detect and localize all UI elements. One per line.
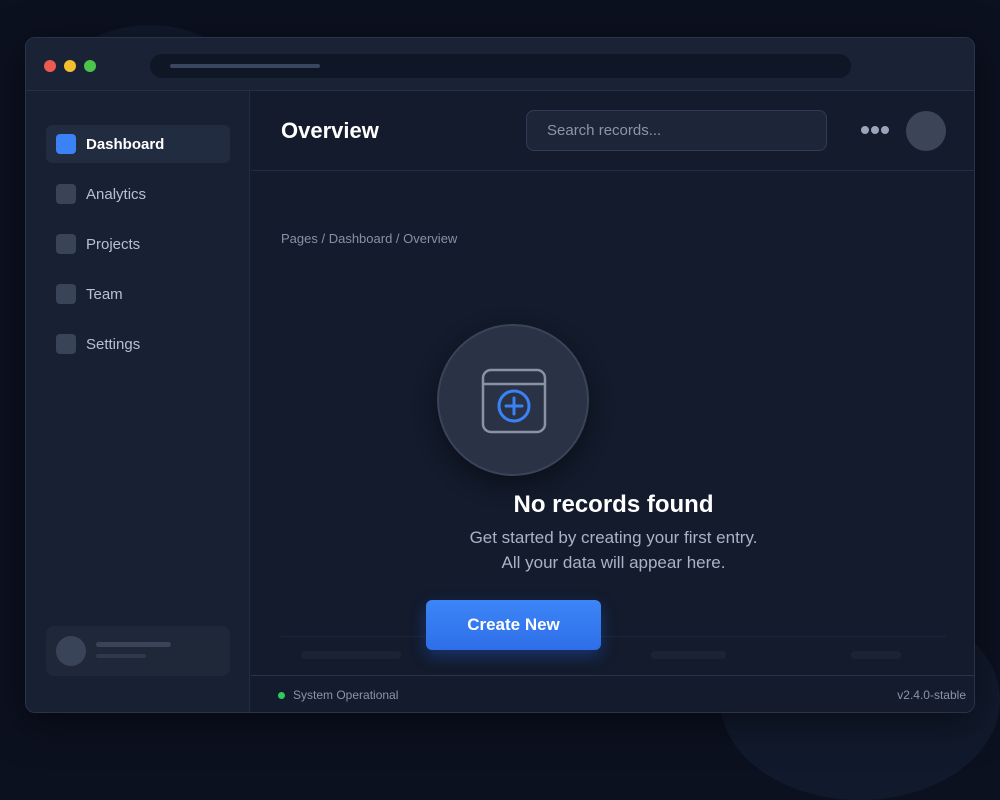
maximize-window-button[interactable]: [84, 60, 96, 72]
user-role-placeholder: [96, 654, 146, 658]
close-window-button[interactable]: [44, 60, 56, 72]
search-input[interactable]: [526, 110, 827, 151]
projects-icon: [56, 234, 76, 254]
user-profile-card[interactable]: [46, 626, 230, 676]
user-avatar: [56, 636, 86, 666]
minimize-window-button[interactable]: [64, 60, 76, 72]
page-header: Overview: [251, 91, 974, 171]
sidebar-item-analytics[interactable]: Analytics: [46, 175, 230, 213]
sidebar-item-projects[interactable]: Projects: [46, 225, 230, 263]
page-title: Overview: [281, 118, 379, 143]
empty-state-description: Get started by creating your first entry…: [469, 528, 758, 547]
sidebar-item-label: Team: [86, 285, 123, 303]
address-bar[interactable]: [150, 54, 851, 78]
empty-state-title: No records found: [513, 491, 714, 518]
sidebar-item-label: Projects: [86, 235, 141, 253]
create-new-button[interactable]: Create New: [426, 600, 601, 650]
calendar-add-icon: [481, 368, 547, 434]
dashboard-icon: [56, 134, 76, 154]
empty-state-illustration: [437, 324, 589, 476]
sidebar-item-settings[interactable]: Settings: [46, 325, 230, 363]
empty-state-description: All your data will appear here.: [501, 553, 726, 572]
app-version: v2.4.0-stable: [897, 688, 966, 702]
breadcrumb: Pages / Dashboard / Overview: [281, 231, 458, 246]
main-content: Overview Pages / Dashboard / Overview No…: [251, 91, 974, 712]
settings-icon: [56, 334, 76, 354]
system-status: System Operational: [293, 688, 399, 702]
sidebar-item-label: Dashboard: [86, 135, 165, 153]
sidebar-item-team[interactable]: Team: [46, 275, 230, 313]
more-dots-icon[interactable]: [861, 126, 889, 134]
team-icon: [56, 284, 76, 304]
app-window: Dashboard Analytics Projects Team Settin…: [25, 37, 975, 713]
sidebar: Dashboard Analytics Projects Team Settin…: [26, 91, 250, 712]
sidebar-item-label: Settings: [86, 335, 141, 353]
avatar[interactable]: [906, 111, 946, 151]
sidebar-item-dashboard[interactable]: Dashboard: [46, 125, 230, 163]
window-titlebar: [26, 38, 974, 91]
sidebar-item-label: Analytics: [86, 185, 147, 203]
status-indicator: [278, 692, 285, 699]
analytics-icon: [56, 184, 76, 204]
placeholder-table-row: [281, 636, 946, 676]
user-name-placeholder: [96, 642, 171, 647]
address-placeholder: [170, 64, 320, 68]
status-footer: System Operational v2.4.0-stable: [251, 675, 974, 712]
